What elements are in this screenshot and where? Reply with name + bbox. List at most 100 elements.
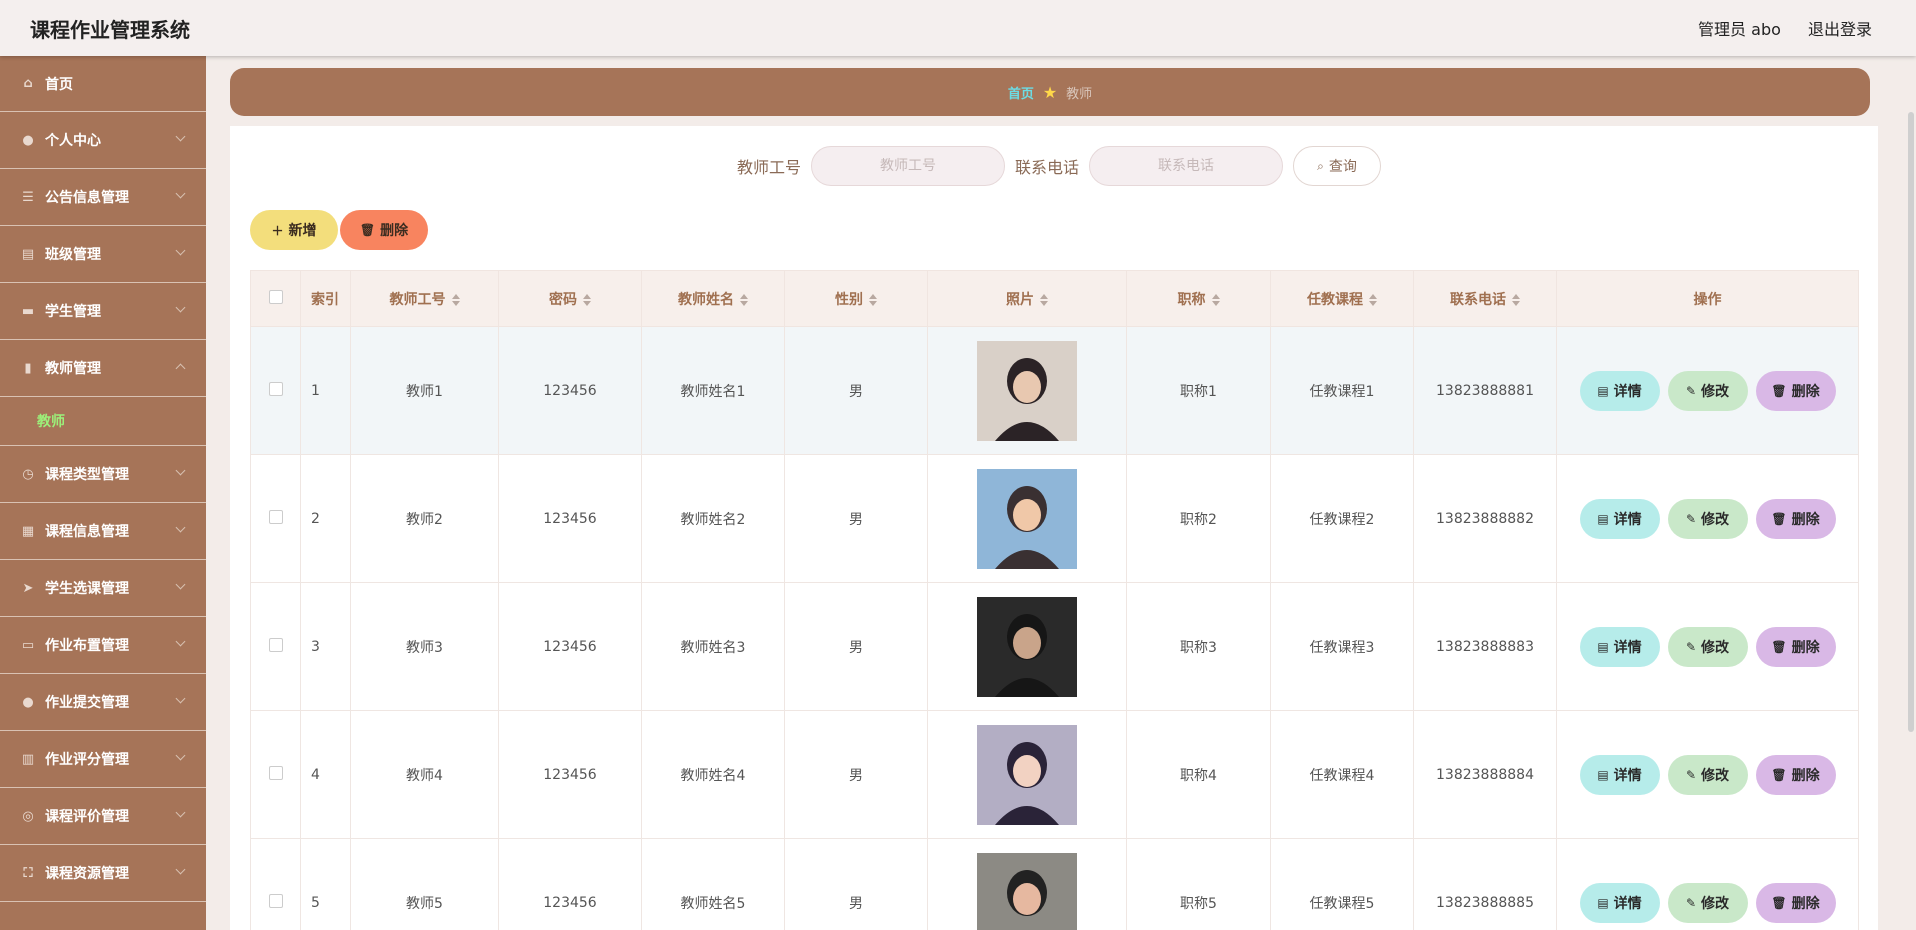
table-row[interactable]: 2 教师2 123456 教师姓名2 男 职称2 任教课程2 138238888… xyxy=(250,454,1859,583)
row-select-cell[interactable] xyxy=(250,710,301,839)
cell-gender: 男 xyxy=(784,326,928,455)
sidebar-item-course-selection[interactable]: ➤ 学生选课管理 xyxy=(0,560,206,617)
sidebar-item-home[interactable]: ⌂ 首页 xyxy=(0,56,206,112)
col-title[interactable]: 职称 xyxy=(1126,270,1271,327)
col-course[interactable]: 任教课程 xyxy=(1270,270,1414,327)
delete-button[interactable]: 🗑 删除 xyxy=(1755,370,1836,411)
scrollbar[interactable] xyxy=(1908,112,1914,732)
sidebar-item-homework-grade[interactable]: ▥ 作业评分管理 xyxy=(0,731,206,788)
sort-icon[interactable] xyxy=(740,293,748,306)
delete-button[interactable]: 🗑 删除 xyxy=(1755,626,1836,667)
sidebar-item-notices[interactable]: ☰ 公告信息管理 xyxy=(0,169,206,226)
sort-icon[interactable] xyxy=(1211,293,1220,306)
detail-button[interactable]: ▤ 详情 xyxy=(1579,498,1660,539)
cell-teacher-id: 教师5 xyxy=(350,838,499,930)
teacher-id-label: 教师工号 xyxy=(736,158,801,177)
teacher-photo[interactable] xyxy=(977,852,1077,930)
calendar-icon: ▥ xyxy=(21,751,35,767)
col-photo-label: 照片 xyxy=(1006,291,1034,308)
sidebar-subitem-teacher[interactable]: 教师 xyxy=(0,397,206,446)
trash-icon: 🗑 xyxy=(1771,767,1787,782)
teacher-photo[interactable] xyxy=(977,340,1077,441)
batch-delete-button[interactable]: 🗑 删除 xyxy=(340,210,428,250)
cell-phone: 13823888885 xyxy=(1413,838,1557,930)
table-row[interactable]: 4 教师4 123456 教师姓名4 男 职称4 任教课程4 138238888… xyxy=(250,710,1859,839)
delete-button[interactable]: 🗑 删除 xyxy=(1755,498,1836,539)
edit-button-label: 修改 xyxy=(1701,639,1730,656)
sidebar-item-label: 课程资源管理 xyxy=(45,866,129,882)
teacher-photo[interactable] xyxy=(977,724,1077,825)
sidebar-item-homework-assign[interactable]: ▭ 作业布置管理 xyxy=(0,617,206,674)
chevron-down-icon xyxy=(175,188,186,199)
chat-icon: ▬ xyxy=(21,303,35,319)
edit-button[interactable]: ✎ 修改 xyxy=(1667,626,1748,667)
sidebar-item-label: 个人中心 xyxy=(45,133,101,149)
col-password[interactable]: 密码 xyxy=(498,270,642,327)
row-select-cell[interactable] xyxy=(250,454,301,583)
table-row[interactable]: 1 教师1 123456 教师姓名1 男 职称1 任教课程1 138238888… xyxy=(250,326,1859,455)
row-select-cell[interactable] xyxy=(250,582,301,711)
delete-button-label: 删除 xyxy=(1791,767,1820,784)
row-checkbox[interactable] xyxy=(268,509,283,524)
sidebar-item-course-resources[interactable]: ⛶ 课程资源管理 xyxy=(0,845,206,902)
table-row[interactable]: 3 教师3 123456 教师姓名3 男 职称3 任教课程3 138238888… xyxy=(250,582,1859,711)
col-photo[interactable]: 照片 xyxy=(927,270,1127,327)
row-checkbox[interactable] xyxy=(268,637,283,652)
cell-course: 任教课程1 xyxy=(1270,326,1414,455)
sort-icon[interactable] xyxy=(1040,293,1048,306)
row-checkbox[interactable] xyxy=(268,893,283,908)
chevron-up-icon xyxy=(175,363,186,374)
select-all-checkbox[interactable] xyxy=(268,289,283,304)
edit-button[interactable]: ✎ 修改 xyxy=(1667,882,1748,923)
detail-button[interactable]: ▤ 详情 xyxy=(1579,754,1660,795)
select-all-cell[interactable] xyxy=(250,270,301,327)
add-button[interactable]: ＋ 新增 xyxy=(250,210,338,250)
row-select-cell[interactable] xyxy=(250,326,301,455)
sort-icon[interactable] xyxy=(583,293,591,306)
sidebar-item-label: 学生选课管理 xyxy=(45,581,129,597)
sort-icon[interactable] xyxy=(1369,293,1377,306)
edit-button[interactable]: ✎ 修改 xyxy=(1667,498,1748,539)
teacher-photo[interactable] xyxy=(977,596,1077,697)
query-button[interactable]: ⌕ 查询 xyxy=(1293,146,1382,186)
sidebar-item-teachers[interactable]: ▮ 教师管理 xyxy=(0,340,206,397)
cell-actions: ▤ 详情 ✎ 修改 🗑 删除 xyxy=(1556,454,1859,583)
row-select-cell[interactable] xyxy=(250,838,301,930)
sidebar-item-classes[interactable]: ▤ 班级管理 xyxy=(0,226,206,283)
table-row[interactable]: 5 教师5 123456 教师姓名5 男 职称5 任教课程5 138238888… xyxy=(250,838,1859,930)
list-icon: ☰ xyxy=(22,189,34,205)
sort-icon[interactable] xyxy=(451,293,460,306)
col-teacher-id[interactable]: 教师工号 xyxy=(350,270,499,327)
row-checkbox[interactable] xyxy=(268,765,283,780)
sidebar-item-course-review[interactable]: ◎ 课程评价管理 xyxy=(0,788,206,845)
detail-button[interactable]: ▤ 详情 xyxy=(1579,370,1660,411)
detail-button[interactable]: ▤ 详情 xyxy=(1579,626,1660,667)
top-header: 课程作业管理系统 管理员 abo 退出登录 xyxy=(0,0,1916,56)
logout-link[interactable]: 退出登录 xyxy=(1808,20,1872,39)
col-phone[interactable]: 联系电话 xyxy=(1413,270,1557,327)
cell-course: 任教课程5 xyxy=(1270,838,1414,930)
phone-input[interactable] xyxy=(1089,146,1284,186)
sort-icon[interactable] xyxy=(869,293,877,306)
sidebar-item-course-info[interactable]: ▦ 课程信息管理 xyxy=(0,503,206,560)
col-name[interactable]: 教师姓名 xyxy=(641,270,785,327)
cell-teacher-id: 教师4 xyxy=(350,710,499,839)
delete-button[interactable]: 🗑 删除 xyxy=(1755,882,1836,923)
teacher-photo[interactable] xyxy=(977,468,1077,569)
row-checkbox[interactable] xyxy=(268,381,283,396)
sidebar-item-profile[interactable]: ● 个人中心 xyxy=(0,112,206,169)
row-actions: ▤ 详情 ✎ 修改 🗑 删除 xyxy=(1557,370,1858,411)
edit-button-label: 修改 xyxy=(1701,767,1730,784)
breadcrumb-home[interactable]: 首页 xyxy=(1008,83,1034,102)
cell-photo xyxy=(927,454,1127,583)
sort-icon[interactable] xyxy=(1512,293,1520,306)
teacher-id-input[interactable] xyxy=(811,146,1005,186)
delete-button[interactable]: 🗑 删除 xyxy=(1755,754,1836,795)
edit-button[interactable]: ✎ 修改 xyxy=(1667,754,1748,795)
detail-button[interactable]: ▤ 详情 xyxy=(1579,882,1660,923)
sidebar-item-homework-submit[interactable]: ● 作业提交管理 xyxy=(0,674,206,731)
sidebar-item-students[interactable]: ▬ 学生管理 xyxy=(0,283,206,340)
col-gender[interactable]: 性别 xyxy=(784,270,928,327)
sidebar-item-course-types[interactable]: ◷ 课程类型管理 xyxy=(0,446,206,503)
edit-button[interactable]: ✎ 修改 xyxy=(1667,370,1748,411)
